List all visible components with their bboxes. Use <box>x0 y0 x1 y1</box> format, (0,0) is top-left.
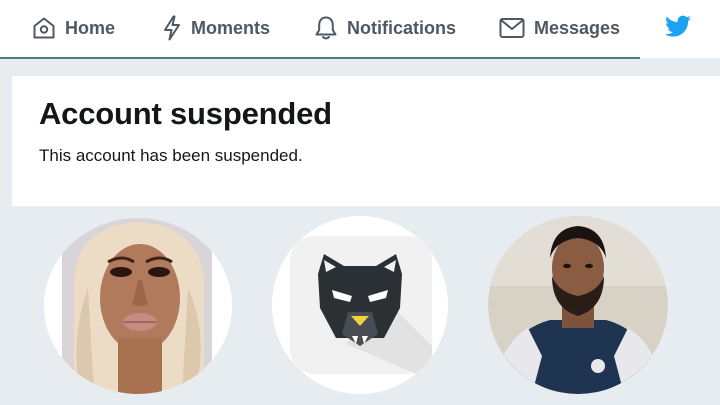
nav-notifications[interactable]: Notifications <box>314 0 456 56</box>
nav-notifications-label: Notifications <box>347 17 457 38</box>
twitter-bird-icon[interactable] <box>664 15 692 44</box>
nav-moments-label: Moments <box>191 17 271 38</box>
envelope-icon <box>499 17 525 39</box>
suspension-notice-card: Account suspended This account has been … <box>12 76 720 206</box>
woman-avatar <box>44 218 232 394</box>
nav-home-label: Home <box>65 17 116 38</box>
panther-app-avatar <box>272 216 448 394</box>
active-nav-underline <box>0 57 640 59</box>
top-navigation-bar: Home Moments Notifications Messages <box>0 0 720 58</box>
bell-icon <box>314 15 338 41</box>
home-icon <box>32 16 56 40</box>
nav-moments[interactable]: Moments <box>162 0 270 56</box>
nav-messages-label: Messages <box>534 17 621 38</box>
suspension-message: This account has been suspended. <box>39 146 303 165</box>
nav-home[interactable]: Home <box>32 0 115 56</box>
page-title: Account suspended <box>39 96 332 131</box>
nav-messages[interactable]: Messages <box>499 0 620 56</box>
man-avatar <box>488 216 668 394</box>
lightning-icon <box>162 15 182 41</box>
